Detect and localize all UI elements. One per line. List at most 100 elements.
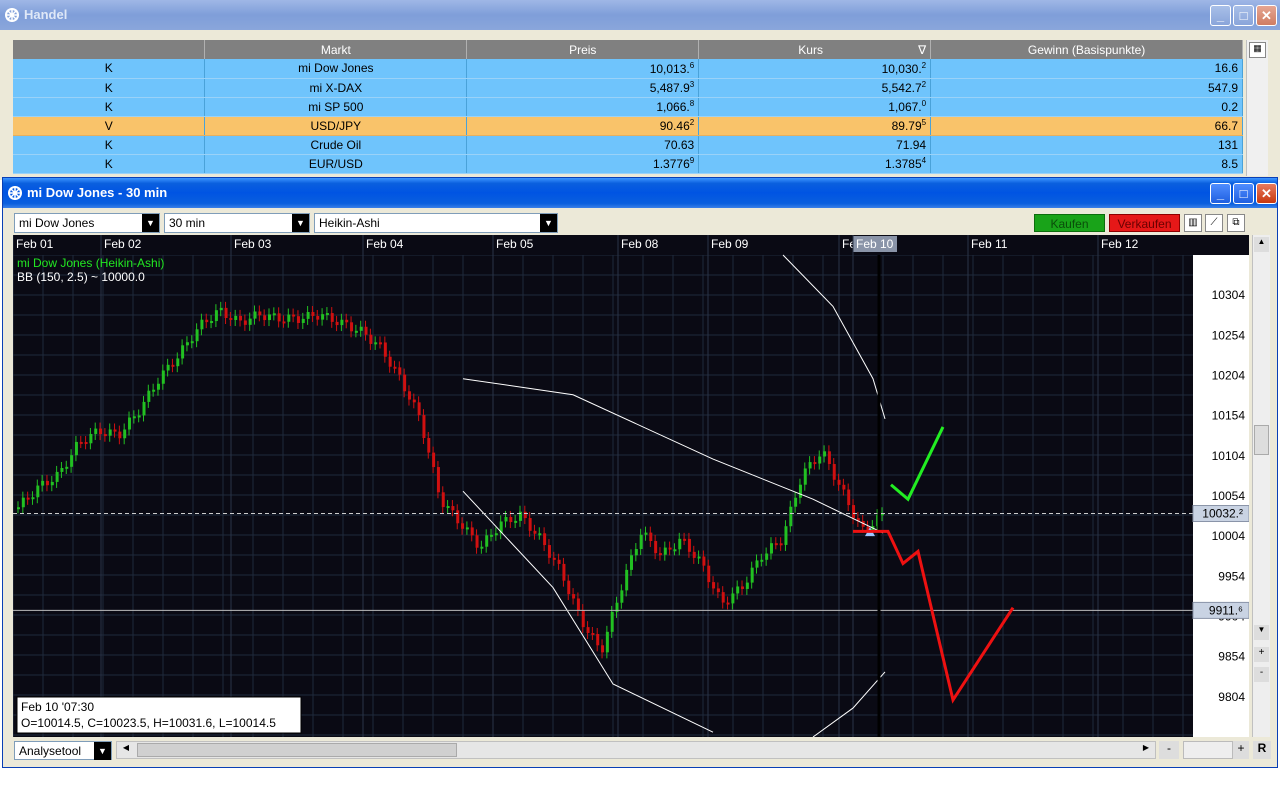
candle xyxy=(292,315,295,317)
date-label: Feb 12 xyxy=(1101,237,1139,251)
candle xyxy=(302,319,305,323)
candle xyxy=(524,512,527,518)
candle xyxy=(611,612,614,632)
table-row[interactable]: Kmi Dow Jones10,013.610,030.216.6 xyxy=(13,59,1243,78)
reset-button[interactable]: R xyxy=(1253,741,1271,759)
price-label: 9954 xyxy=(1218,569,1245,583)
candle xyxy=(751,568,754,583)
candle xyxy=(200,320,203,330)
time-zoom-slider[interactable] xyxy=(1183,741,1233,759)
instrument-select[interactable]: mi Dow Jones▼ xyxy=(14,213,160,233)
close-icon[interactable]: ✕ xyxy=(1256,183,1277,204)
minimize-icon[interactable]: _ xyxy=(1210,183,1231,204)
minimize-icon[interactable]: _ xyxy=(1210,5,1231,26)
scroll-right-icon[interactable]: ▶ xyxy=(1139,743,1153,757)
column-header-side[interactable] xyxy=(13,40,205,59)
candle xyxy=(249,319,252,325)
table-row[interactable]: VUSD/JPY90.46289.79566.7 xyxy=(13,116,1243,135)
candle xyxy=(591,633,594,635)
maximize-icon[interactable]: □ xyxy=(1233,5,1254,26)
candle xyxy=(818,456,821,463)
candle xyxy=(698,556,701,558)
scroll-down-icon[interactable]: ▼ xyxy=(1254,625,1269,640)
candle xyxy=(640,535,643,549)
candle xyxy=(225,308,228,318)
chart-window-titlebar[interactable]: mi Dow Jones - 30 min _ □ ✕ xyxy=(3,178,1277,208)
zoom-out-icon[interactable]: - xyxy=(1254,667,1269,682)
zoom-in-icon[interactable]: + xyxy=(1254,647,1269,662)
cell-kurs: 5,542.72 xyxy=(699,78,931,97)
sell-button[interactable]: Verkaufen xyxy=(1109,214,1180,232)
chart-window: mi Dow Jones - 30 min _ □ ✕ mi Dow Jones… xyxy=(2,177,1278,768)
close-icon[interactable]: ✕ xyxy=(1256,5,1277,26)
analysis-tool-select[interactable]: Analysetool▼ xyxy=(14,741,112,760)
lower-price-tag: 9911.⁶ xyxy=(1209,603,1243,617)
chart-vertical-scrollbar[interactable]: ▲ ▼ + - xyxy=(1252,235,1270,737)
column-header-price[interactable]: Preis xyxy=(467,40,699,59)
maximize-icon[interactable]: □ xyxy=(1233,183,1254,204)
horizontal-scroll-thumb[interactable] xyxy=(137,743,457,757)
candle xyxy=(379,342,382,344)
candle xyxy=(852,505,855,518)
cell-price: 5,487.93 xyxy=(467,78,699,97)
candle xyxy=(181,345,184,358)
table-settings-icon[interactable]: ▦ xyxy=(1249,42,1266,58)
chart-type-icon[interactable]: ▥ xyxy=(1184,214,1202,232)
price-label: 10104 xyxy=(1212,449,1246,463)
candle xyxy=(254,311,257,318)
candle xyxy=(654,541,657,553)
table-row[interactable]: Kmi SP 5001,066.81,067.00.2 xyxy=(13,97,1243,116)
candle xyxy=(490,535,493,537)
chevron-down-icon[interactable]: ▼ xyxy=(94,742,111,760)
candle xyxy=(142,402,145,416)
candle xyxy=(311,312,314,316)
candle xyxy=(765,554,768,560)
table-window-titlebar[interactable]: Handel _ □ ✕ xyxy=(0,0,1280,30)
candle xyxy=(659,553,662,555)
candle xyxy=(799,485,802,498)
table-row[interactable]: KEUR/USD1.377691.378548.5 xyxy=(13,154,1243,173)
chart-style-select[interactable]: Heikin-Ashi▼ xyxy=(314,213,558,233)
interval-select[interactable]: 30 min▼ xyxy=(164,213,310,233)
candle xyxy=(80,442,83,444)
candle xyxy=(587,627,590,633)
table-row[interactable]: KCrude Oil70.6371.94131 xyxy=(13,135,1243,154)
detach-window-icon[interactable]: ⧉ xyxy=(1227,214,1245,232)
column-header-market[interactable]: Markt xyxy=(205,40,467,59)
chevron-down-icon[interactable]: ▼ xyxy=(292,214,309,232)
table-row[interactable]: Kmi X-DAX5,487.935,542.72547.9 xyxy=(13,78,1243,97)
candle xyxy=(234,316,237,320)
column-header-gain[interactable]: Gewinn (Basispunkte) xyxy=(931,40,1243,59)
candle xyxy=(22,498,25,508)
candle xyxy=(442,492,445,507)
column-header-kurs[interactable]: Kurs∇ xyxy=(699,40,931,59)
candle xyxy=(833,464,836,480)
table-scrollbar[interactable]: ▦ xyxy=(1246,40,1268,176)
buy-scenario-line xyxy=(891,427,943,499)
cell-gain: 8.5 xyxy=(931,154,1243,173)
candle xyxy=(36,486,39,498)
scroll-left-icon[interactable]: ◀ xyxy=(119,743,133,757)
cell-price: 1,066.8 xyxy=(467,97,699,116)
price-chart[interactable]: Feb 01Feb 02Feb 03Feb 04Feb 05Feb 08Feb … xyxy=(13,235,1249,737)
zoom-in-time-icon[interactable]: + xyxy=(1233,741,1249,759)
candle xyxy=(770,543,773,553)
zoom-out-time-icon[interactable]: - xyxy=(1159,741,1179,759)
cell-gain: 16.6 xyxy=(931,59,1243,78)
legend-series: mi Dow Jones (Heikin-Ashi) xyxy=(17,256,164,270)
candle xyxy=(789,507,792,527)
price-label: 10254 xyxy=(1212,328,1246,342)
draw-line-icon[interactable]: ⟋ xyxy=(1205,214,1223,232)
candle xyxy=(157,384,160,390)
chevron-down-icon[interactable]: ▼ xyxy=(142,214,159,232)
candle xyxy=(784,526,787,545)
buy-button[interactable]: Kaufen xyxy=(1034,214,1105,232)
candle xyxy=(167,365,170,371)
candle xyxy=(722,592,725,602)
candle xyxy=(828,451,831,464)
candle xyxy=(176,358,179,366)
chevron-down-icon[interactable]: ▼ xyxy=(540,214,557,232)
horizontal-scrollbar[interactable]: ◀ ▶ xyxy=(116,741,1156,759)
scroll-up-icon[interactable]: ▲ xyxy=(1254,237,1269,252)
scroll-thumb[interactable] xyxy=(1254,425,1269,455)
